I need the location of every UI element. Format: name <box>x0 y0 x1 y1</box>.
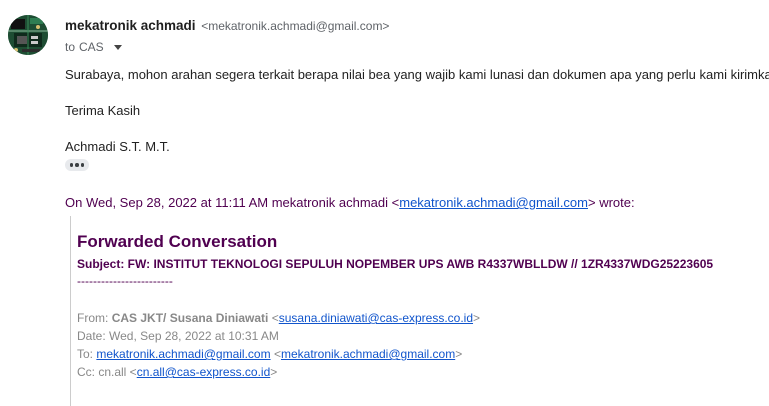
ellipsis-icon-dot <box>75 163 79 167</box>
to-email-link-secondary[interactable]: mekatronik.achmadi@gmail.com <box>281 347 455 361</box>
cc-close: > <box>270 365 278 379</box>
sender-header: mekatronik achmadi <mekatronik.achmadi@g… <box>65 18 389 33</box>
from-close: > <box>473 311 481 325</box>
caret-down-icon[interactable] <box>113 45 122 50</box>
from-label: From: <box>77 311 109 325</box>
sender-avatar <box>8 15 48 55</box>
ellipsis-icon-dot <box>80 163 85 167</box>
recipients-toggle[interactable]: to CAS <box>65 40 122 54</box>
recipients-prefix: to <box>65 40 76 54</box>
cc-label: Cc: cn.all < <box>77 365 137 379</box>
message-paragraph: Surabaya, mohon arahan segera terkait be… <box>65 67 769 82</box>
forwarded-subject: Subject: FW: INSTITUT TEKNOLOGI SEPULUH … <box>77 257 714 271</box>
show-trimmed-content-button[interactable] <box>65 159 89 171</box>
from-open: < <box>271 311 279 325</box>
cc-email-link[interactable]: cn.all@cas-express.co.id <box>137 365 271 379</box>
quote-email-link[interactable]: mekatronik.achmadi@gmail.com <box>399 195 588 210</box>
sender-email: <mekatronik.achmadi@gmail.com> <box>201 19 390 33</box>
to-email-link[interactable]: mekatronik.achmadi@gmail.com <box>96 347 270 361</box>
forwarded-to: To: mekatronik.achmadi@gmail.com <mekatr… <box>77 347 462 361</box>
circuit-board-avatar-icon <box>8 15 48 55</box>
forwarded-cc: Cc: cn.all <cn.all@cas-express.co.id> <box>77 365 277 379</box>
forwarded-date: Date: Wed, Sep 28, 2022 at 10:31 AM <box>77 329 279 343</box>
forwarded-divider: ------------------------ <box>77 274 173 288</box>
quote-outro: > wrote: <box>588 195 635 210</box>
sender-name[interactable]: mekatronik achmadi <box>65 18 196 33</box>
ellipsis-icon <box>69 163 74 167</box>
quote-attribution: On Wed, Sep 28, 2022 at 11:11 AM mekatro… <box>65 195 635 210</box>
recipients-name: CAS <box>79 40 104 54</box>
message-closing: Terima Kasih <box>65 103 141 118</box>
quote-border <box>70 216 71 406</box>
to-close: > <box>455 347 463 361</box>
to-label: To: <box>77 347 94 361</box>
forwarded-title: Forwarded Conversation <box>77 232 278 251</box>
from-email-link[interactable]: susana.diniawati@cas-express.co.id <box>279 311 473 325</box>
to-open: < <box>273 347 281 361</box>
message-signature: Achmadi S.T. M.T. <box>65 139 170 154</box>
quote-intro: On Wed, Sep 28, 2022 at 11:11 AM mekatro… <box>65 195 400 210</box>
forwarded-from: From: CAS JKT/ Susana Diniawati <susana.… <box>77 311 480 325</box>
from-name: CAS JKT/ Susana Diniawati <box>111 311 269 325</box>
